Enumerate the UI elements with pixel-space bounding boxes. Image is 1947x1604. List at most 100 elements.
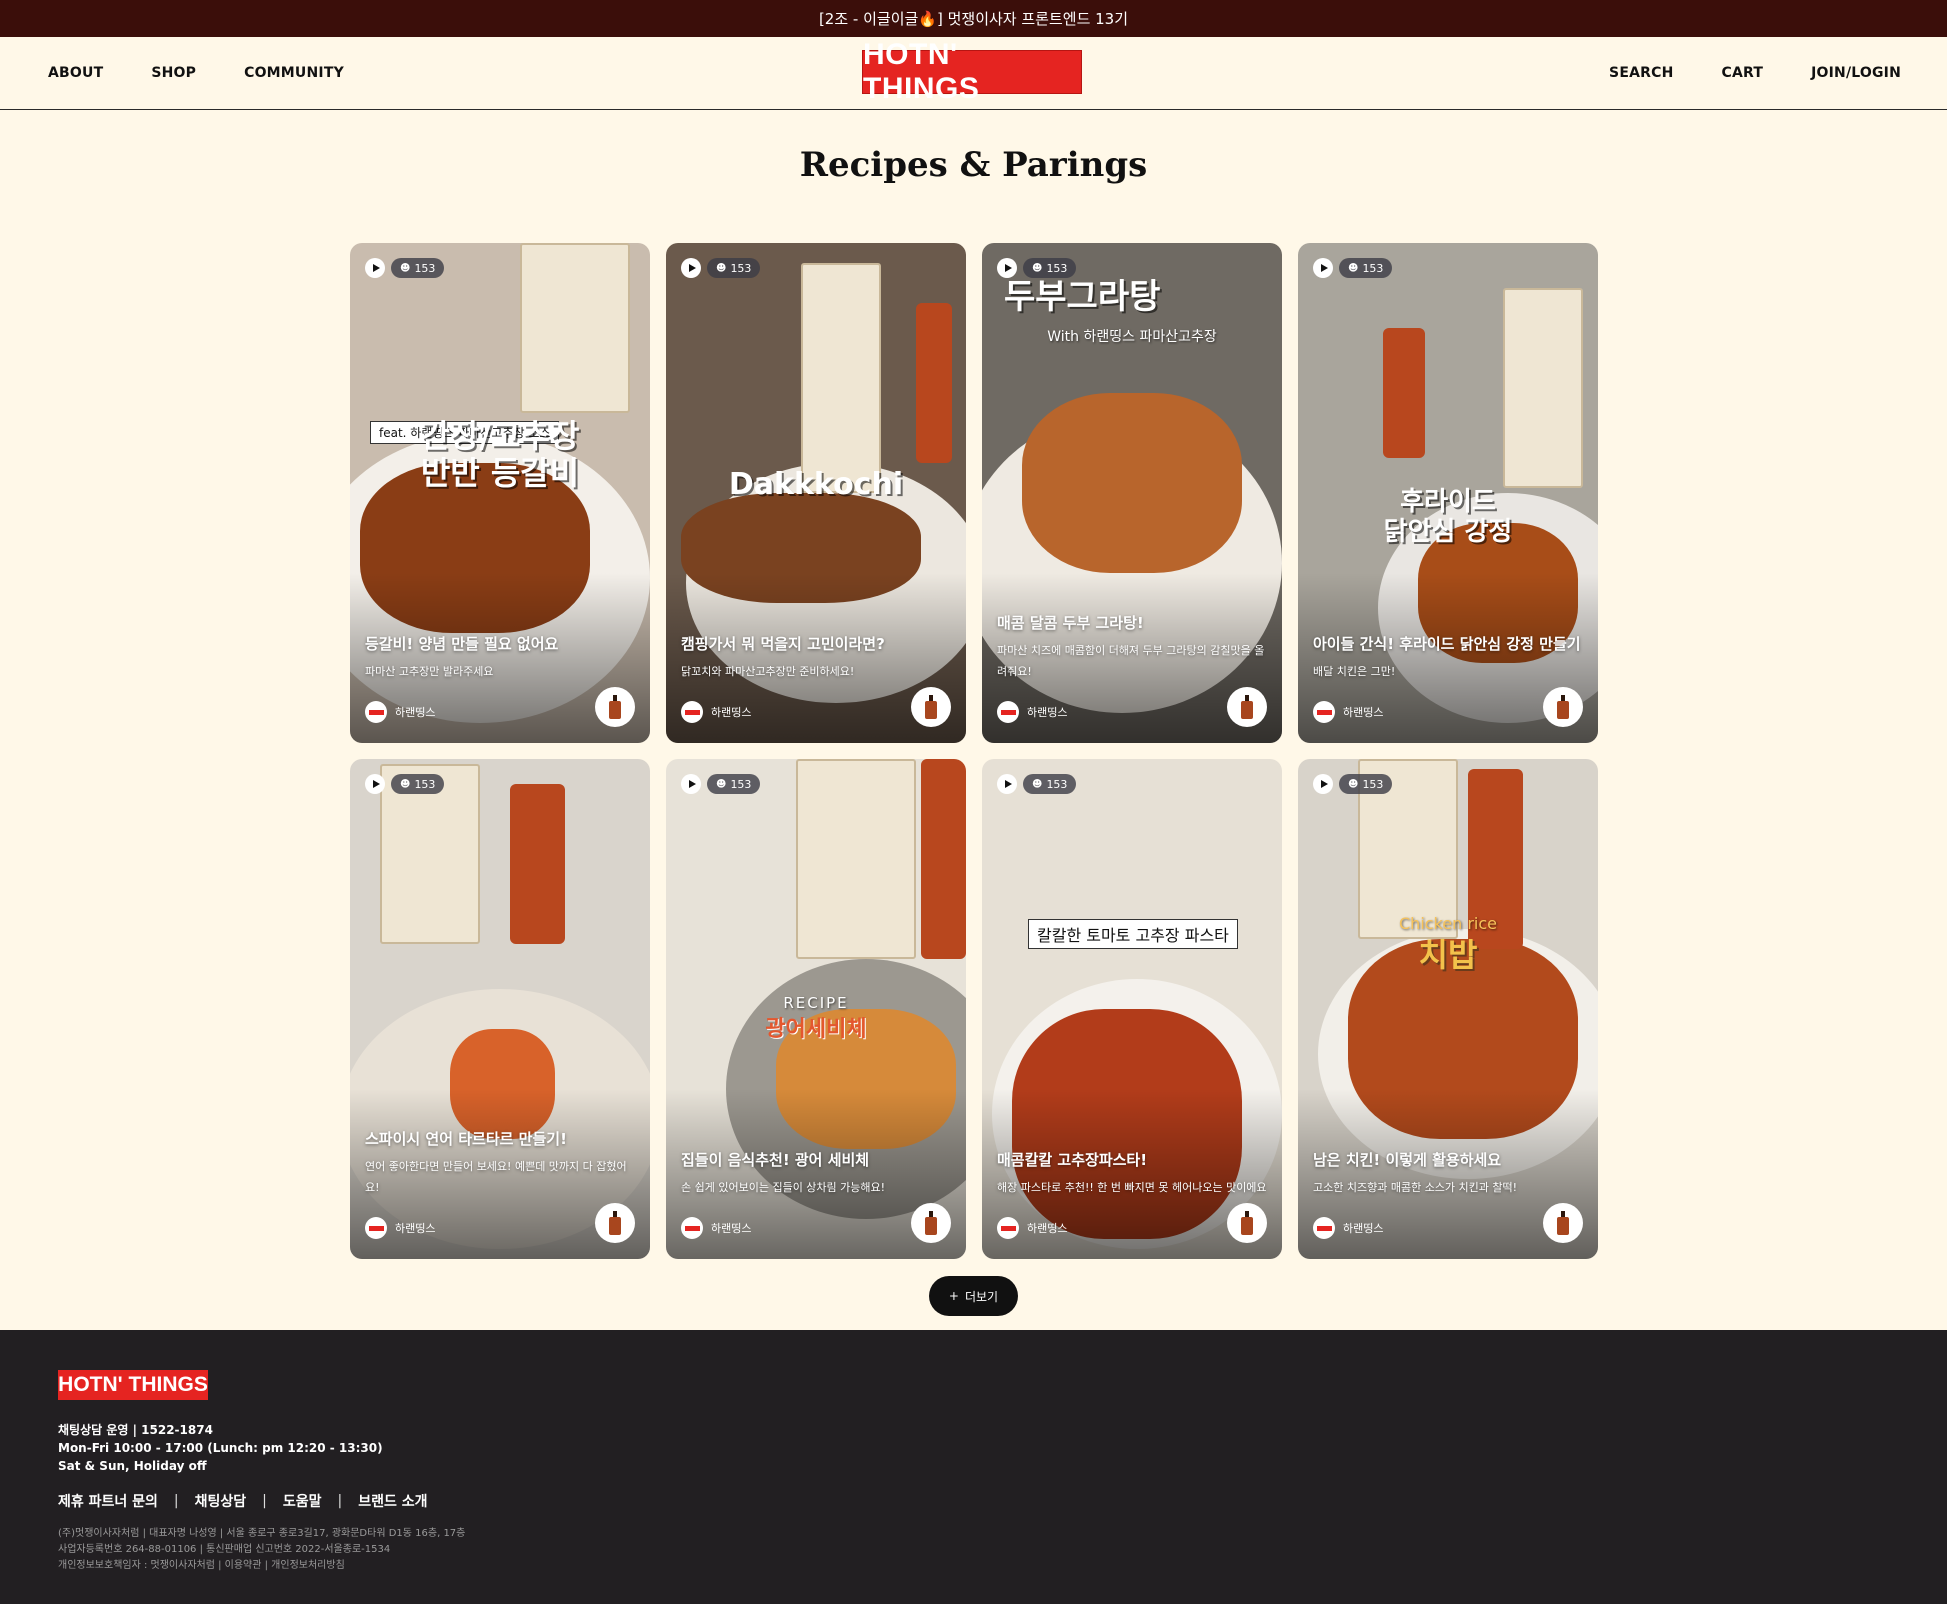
footer-link-brand[interactable]: 브랜드 소개 — [358, 1491, 427, 1511]
card-author[interactable]: 하랜띵스 — [365, 1217, 435, 1239]
view-count: 153 — [414, 261, 436, 275]
footer-info-line: Sat & Sun, Holiday off — [58, 1459, 207, 1473]
card-author[interactable]: 하랜띵스 — [681, 1217, 751, 1239]
footer-link-partner[interactable]: 제휴 파트너 문의 — [58, 1491, 158, 1511]
footer-link-help[interactable]: 도움말 — [283, 1491, 322, 1511]
play-icon[interactable] — [365, 258, 385, 278]
play-icon[interactable] — [997, 258, 1017, 278]
nav-shop-link[interactable]: SHOP — [151, 65, 196, 81]
footer-legal-line: (주)멋쟁이사자처럼 | 대표자명 나성영 | 서울 종로구 종로3길17, 광… — [58, 1528, 466, 1539]
sauce-bottle-icon — [925, 1211, 937, 1235]
card-description: 연어 좋아한다면 만들어 보세요! 예쁜데 맛까지 다 잡혔어요! — [365, 1160, 627, 1195]
sauce-bottle-icon — [925, 695, 937, 719]
load-more-label: 더보기 — [964, 1289, 999, 1304]
card-author[interactable]: 하랜띵스 — [681, 701, 751, 723]
product-link-button[interactable] — [1543, 1203, 1583, 1243]
card-author[interactable]: 하랜띵스 — [997, 1217, 1067, 1239]
recipe-card[interactable]: ☻ 153 RECIPE 광어세비체 집들이 음식추천! 광어 세비체 손 쉽게 있… — [666, 759, 966, 1259]
view-count: 153 — [1362, 261, 1384, 275]
product-link-button[interactable] — [1543, 687, 1583, 727]
card-description: 고소한 치즈향과 매콤한 소스가 치킨과 찰떡! — [1313, 1181, 1518, 1195]
view-count-badge: ☻ 153 — [707, 258, 761, 278]
user-icon: ☻ — [716, 778, 727, 790]
card-badges: ☻ 153 — [997, 258, 1077, 278]
author-name: 하랜띵스 — [1027, 1222, 1068, 1235]
card-badges: ☻ 153 — [365, 258, 445, 278]
author-name: 하랜띵스 — [1343, 1222, 1384, 1235]
recipe-card[interactable]: ☻ 153 후라이드 닭안심 강정 아이들 간식! 후라이드 닭안심 강정 만들기… — [1298, 243, 1598, 743]
nav-login-link[interactable]: JOIN/LOGIN — [1811, 65, 1901, 81]
card-author[interactable]: 하랜띵스 — [365, 701, 435, 723]
product-link-button[interactable] — [1227, 1203, 1267, 1243]
product-box-shape — [1503, 288, 1583, 488]
hot-sauce-bottle-shape — [1383, 328, 1425, 458]
nav-search-link[interactable]: SEARCH — [1609, 65, 1673, 81]
overlay-title: 광어세비체 — [765, 1017, 867, 1042]
load-more-button[interactable]: + 더보기 — [929, 1276, 1018, 1316]
footer-logo[interactable]: HOTN' THINGS — [58, 1370, 208, 1400]
product-link-button[interactable] — [595, 1203, 635, 1243]
author-avatar — [681, 701, 703, 723]
product-link-button[interactable] — [595, 687, 635, 727]
hot-sauce-bottle-shape — [916, 303, 952, 463]
recipe-card[interactable]: ☻ 153 Chicken rice 치밥 남은 치킨! 이렇게 활용하세요 고소한… — [1298, 759, 1598, 1259]
hot-sauce-bottle-shape — [921, 759, 966, 959]
nav-about-link[interactable]: ABOUT — [48, 65, 103, 81]
overlay-tag: 칼칼한 토마토 고추장 파스타 — [1028, 919, 1238, 949]
user-icon: ☻ — [1032, 262, 1043, 274]
site-header: ABOUT SHOP COMMUNITY HOTN' THINGS SEARCH… — [0, 37, 1947, 110]
view-count: 153 — [414, 777, 436, 791]
sauce-bottle-icon — [609, 695, 621, 719]
overlay-subtitle: Chicken rice — [1399, 914, 1497, 933]
product-box-shape — [520, 243, 630, 413]
card-title: 매콤 달콤 두부 그라탕! — [997, 614, 1144, 633]
recipe-card[interactable]: ☻ 153 칼칼한 토마토 고추장 파스타 매콤칼칼 고추장파스타! 해장 파스타… — [982, 759, 1282, 1259]
footer-link-separator: | — [262, 1493, 267, 1509]
footer-link-chat[interactable]: 채팅상담 — [195, 1491, 247, 1511]
view-count-badge: ☻ 153 — [1023, 774, 1077, 794]
play-icon[interactable] — [997, 774, 1017, 794]
footer-legal-line: 개인정보보호책임자 : 멋쟁이사자처럼 | 이용약관 | 개인정보처리방침 — [58, 1560, 345, 1571]
nav-cart-link[interactable]: CART — [1721, 65, 1763, 81]
product-link-button[interactable] — [911, 1203, 951, 1243]
recipe-card[interactable]: ☻ 153 feat. 하랜띵스 파마산고추장 소스 간장/고추장 반반 등갈비 등… — [350, 243, 650, 743]
recipe-card[interactable]: ☻ 153 스파이시 연어 타르타르 만들기! 연어 좋아한다면 만들어 보세요!… — [350, 759, 650, 1259]
view-count: 153 — [1362, 777, 1384, 791]
play-icon[interactable] — [1313, 258, 1333, 278]
product-link-button[interactable] — [1227, 687, 1267, 727]
card-description: 닭꼬치와 파마산고추장만 준비하세요! — [681, 665, 855, 679]
view-count-badge: ☻ 153 — [391, 774, 445, 794]
card-text: 집들이 음식추천! 광어 세비체 손 쉽게 있어보이는 집들이 상차림 가능해요… — [681, 1149, 951, 1199]
play-icon[interactable] — [681, 774, 701, 794]
view-count: 153 — [730, 777, 752, 791]
nav-community-link[interactable]: COMMUNITY — [244, 65, 344, 81]
sauce-bottle-icon — [1241, 1211, 1253, 1235]
card-title: 캠핑가서 뭐 먹을지 고민이라면? — [681, 635, 885, 654]
overlay-title: 후라이드 닭안심 강정 — [1383, 487, 1513, 547]
play-icon[interactable] — [365, 774, 385, 794]
play-icon[interactable] — [681, 258, 701, 278]
user-icon: ☻ — [400, 262, 411, 274]
card-badges: ☻ 153 — [681, 774, 761, 794]
view-count-badge: ☻ 153 — [707, 774, 761, 794]
author-name: 하랜띵스 — [711, 1222, 752, 1235]
author-avatar — [365, 1217, 387, 1239]
sauce-bottle-icon — [1557, 695, 1569, 719]
product-link-button[interactable] — [911, 687, 951, 727]
card-author[interactable]: 하랜띵스 — [1313, 701, 1383, 723]
brand-logo[interactable]: HOTN' THINGS — [862, 38, 1082, 105]
main-nav: ABOUT SHOP COMMUNITY — [48, 65, 344, 81]
overlay-title: 두부그라탕 — [1004, 277, 1161, 317]
announcement-text: [2조 - 이글이글🔥] 멋쟁이사자 프론트엔드 13기 — [818, 10, 1129, 28]
card-author[interactable]: 하랜띵스 — [997, 701, 1067, 723]
recipe-card[interactable]: ☻ 153 Dakkkochi 캠핑가서 뭐 먹을지 고민이라면? 닭꼬치와 파마… — [666, 243, 966, 743]
view-count-badge: ☻ 153 — [1023, 258, 1077, 278]
card-title: 아이들 간식! 후라이드 닭안심 강정 만들기 — [1313, 635, 1581, 654]
card-badges: ☻ 153 — [365, 774, 445, 794]
recipe-card[interactable]: ☻ 153 With 하랜띵스 파마산고추장 두부그라탕 매콤 달콤 두부 그라탕!… — [982, 243, 1282, 743]
card-title: 매콤칼칼 고추장파스타! — [997, 1151, 1148, 1170]
card-author[interactable]: 하랜띵스 — [1313, 1217, 1383, 1239]
play-icon[interactable] — [1313, 774, 1333, 794]
card-description: 해장 파스타로 추천!! 한 번 빠지면 못 헤어나오는 맛이에요 — [997, 1181, 1267, 1195]
sauce-bottle-icon — [609, 1211, 621, 1235]
